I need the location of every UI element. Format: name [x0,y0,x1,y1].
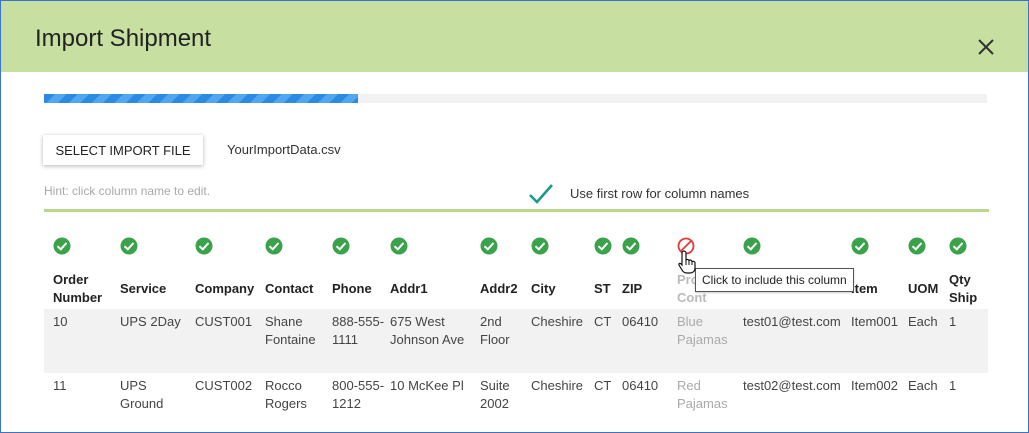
table-cell-company: CUST002 [195,378,253,393]
table-cell-phone: 800-555-1212 [332,378,385,411]
column-included-check-icon[interactable] [594,237,612,255]
table-cell-city: Cheshire [531,314,584,329]
table-cell-qty-ship: 1 [949,314,957,329]
column-included-check-icon[interactable] [531,237,549,255]
table-cell-item: Item001 [851,314,898,329]
column-included-check-icon[interactable] [120,237,138,255]
column-included-check-icon[interactable] [908,237,926,255]
table-row: 10 UPS 2Day CUST001 Shane Fontaine 888-555-1… [44,309,988,373]
table-cell-addr2: 2nd Floor [480,314,510,347]
table-cell-zip: 06410 [622,314,659,329]
column-included-check-icon[interactable] [195,237,213,255]
column-header-item[interactable]: Item [851,267,906,311]
table-cell-zip: 06410 [622,378,659,393]
progress-fill [44,94,359,103]
column-included-check-icon[interactable] [743,237,761,255]
column-header-contact[interactable]: Contact [265,267,327,311]
section-divider [44,209,989,212]
column-header-uom[interactable]: UOM [908,267,948,311]
column-header-order-number[interactable]: Order Number [53,267,113,311]
table-cell-contact: Rocco Rogers [265,378,307,411]
column-header-addr1[interactable]: Addr1 [390,267,476,311]
column-included-check-icon[interactable] [851,237,869,255]
dialog-title: Import Shipment [35,25,212,52]
column-header-st[interactable]: ST [594,267,620,311]
hand-pointer-cursor-icon [678,250,696,274]
column-header-phone[interactable]: Phone [332,267,387,311]
table-cell-uom: Each [908,378,938,393]
table-cell-item: Item002 [851,378,898,393]
table-cell-company: CUST001 [195,314,253,329]
table-row: 11 UPS Ground CUST002 Rocco Rogers 800-555-1… [44,373,988,432]
table-cell-service: UPS 2Day [120,314,181,329]
hint-text: Hint: click column name to edit. [44,184,211,198]
first-row-checkbox-check-icon[interactable] [527,181,555,207]
table-cell-uom: Each [908,314,938,329]
table-cell-email: test01@test.com [743,314,841,329]
table-cell-order-number: 10 [53,314,68,329]
column-included-check-icon[interactable] [53,237,71,255]
column-included-check-icon[interactable] [390,237,408,255]
column-header-qty-ship[interactable]: Qty Ship [949,267,989,311]
table-cell-prod-cont: Blue Pajamas [677,314,728,347]
column-included-check-icon[interactable] [265,237,283,255]
column-included-check-icon[interactable] [332,237,350,255]
column-status-row [44,229,988,261]
table-cell-st: CT [594,378,612,393]
import-shipment-dialog: Import Shipment SELECT IMPORT FILE YourI… [0,0,1029,433]
table-cell-order-number: 11 [53,378,67,393]
column-header-addr2[interactable]: Addr2 [480,267,530,311]
close-icon[interactable] [976,37,996,57]
select-import-file-button[interactable]: SELECT IMPORT FILE [43,135,203,165]
selected-filename: YourImportData.csv [227,142,341,157]
table-cell-contact: Shane Fontaine [265,314,316,347]
column-header-service[interactable]: Service [120,267,190,311]
column-header-zip[interactable]: ZIP [622,267,674,311]
column-header-company[interactable]: Company [195,267,265,311]
table-cell-st: CT [594,314,612,329]
table-cell-email: test02@test.com [743,378,841,393]
table-cell-service: UPS Ground [120,378,164,411]
progress-bar [44,94,987,103]
dialog-header: Import Shipment [1,1,1028,72]
table-cell-addr2: Suite 2002 [480,378,510,411]
table-cell-city: Cheshire [531,378,584,393]
column-header-city[interactable]: City [531,267,591,311]
first-row-checkbox-label: Use first row for column names [570,186,750,201]
column-included-check-icon[interactable] [622,237,640,255]
table-cell-addr1: 675 West Johnson Ave [390,314,465,347]
table-cell-qty-ship: 1 [949,378,957,393]
column-included-check-icon[interactable] [480,237,498,255]
column-included-check-icon[interactable] [949,237,967,255]
include-column-tooltip: Click to include this column [695,268,854,292]
table-cell-addr1: 10 McKee Pl [390,378,464,393]
table-cell-prod-cont: Red Pajamas [677,378,728,411]
table-cell-phone: 888-555-1111 [332,314,385,347]
